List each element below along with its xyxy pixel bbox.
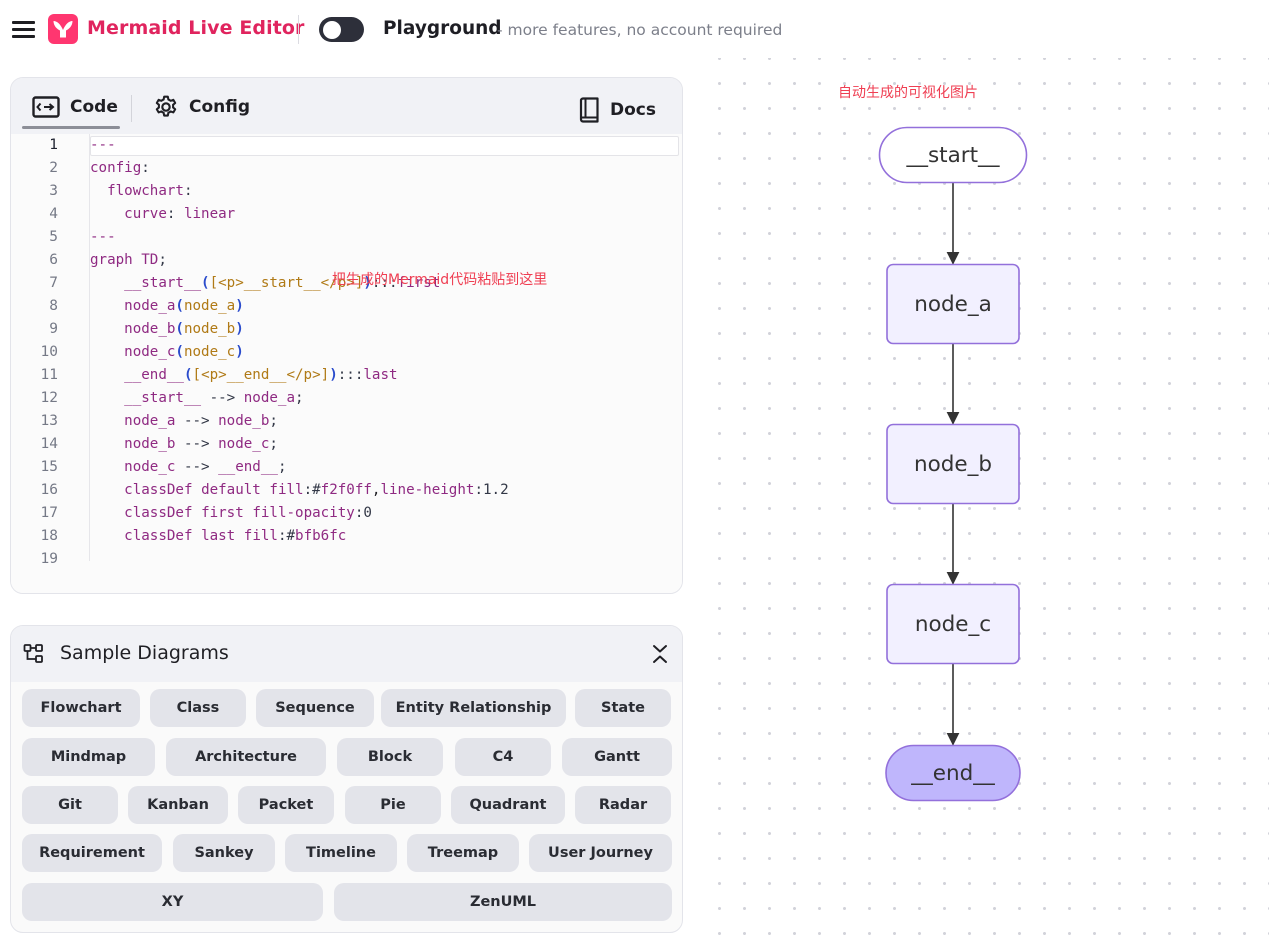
node-label: __start__ — [905, 143, 999, 168]
flowchart-diagram: __start__ node_a node_b node_c __end__ — [878, 126, 1028, 802]
flow-node-node_c: node_c — [886, 583, 1020, 665]
node-label: node_c — [915, 612, 991, 637]
node-label: __end__ — [910, 761, 995, 786]
node-label: node_b — [914, 452, 992, 477]
flow-node-start: __start__ — [878, 126, 1028, 184]
flow-node-node_b: node_b — [886, 423, 1020, 505]
flow-node-node_a: node_a — [886, 263, 1020, 345]
node-label: node_a — [914, 292, 992, 317]
flow-node-end: __end__ — [885, 744, 1021, 802]
